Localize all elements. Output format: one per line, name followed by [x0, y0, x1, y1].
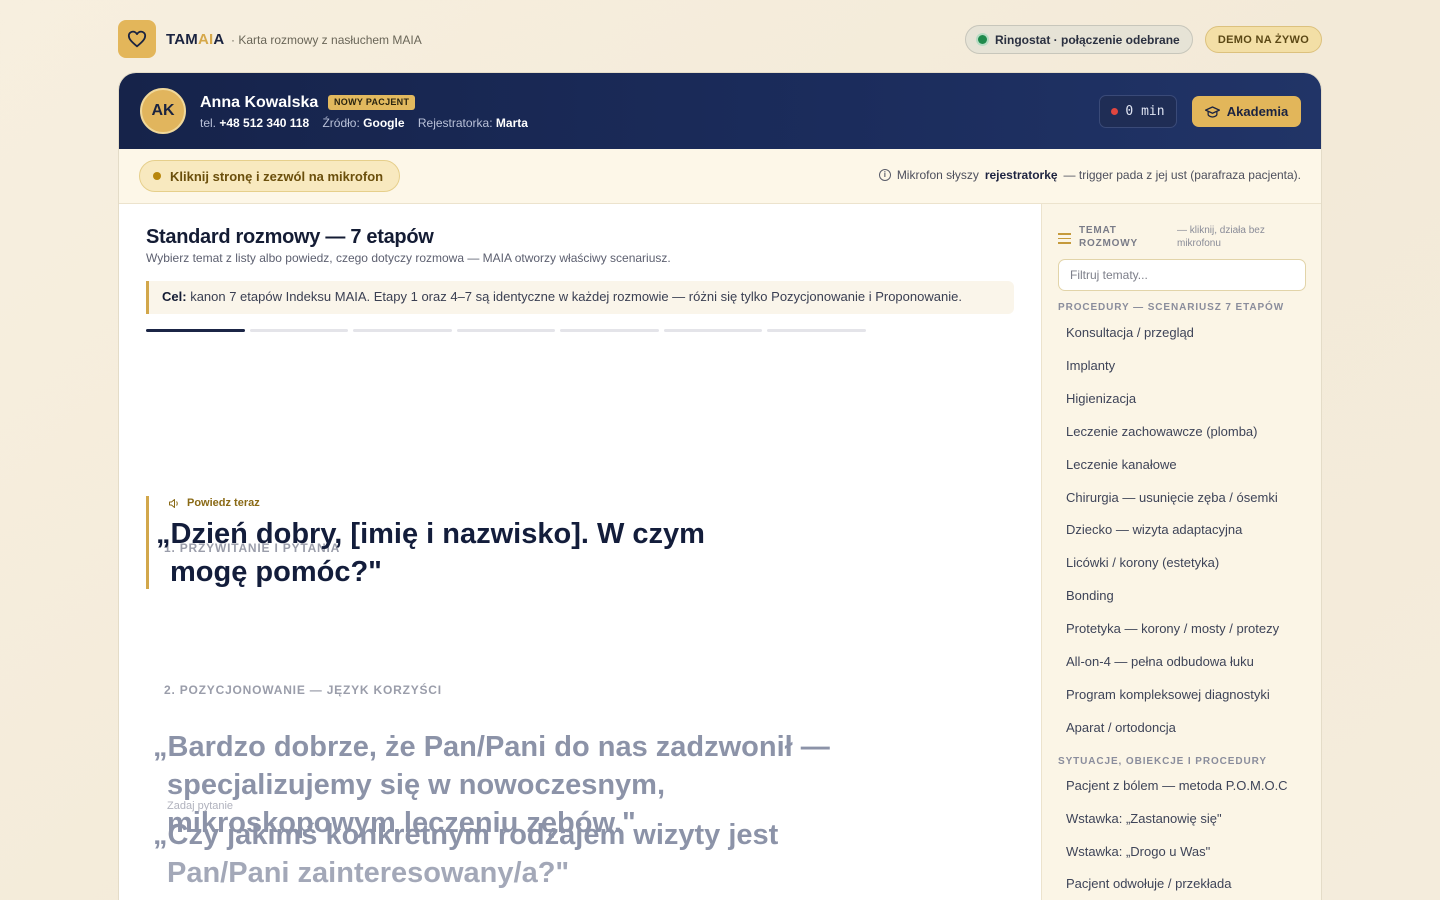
enable-microphone-button[interactable]: Kliknij stronę i zezwól na mikrofon	[139, 160, 400, 192]
goal-text: kanon 7 etapów Indeksu MAIA. Etapy 1 ora…	[190, 289, 962, 304]
topic-filter-input[interactable]	[1058, 259, 1306, 291]
topic-item[interactable]: Protetyka — korony / mosty / protezy	[1066, 621, 1279, 636]
say-now-label: Powiedz teraz	[187, 497, 260, 509]
situation-item[interactable]: Pacjent odwołuje / przekłada	[1066, 876, 1232, 891]
situation-item[interactable]: Wstawka: „Drogo u Was"	[1066, 844, 1210, 859]
timer-value: 0 min	[1125, 104, 1165, 119]
phone-label: tel.	[200, 116, 217, 130]
ask-quote-line-1: „Czy jakimś konkretnym rodzajem wizyty j…	[153, 819, 779, 851]
call-card: AK Anna Kowalska NOWY PACJENT tel. +48 5…	[118, 72, 1322, 900]
step-1-quote: „Dzień dobry, [imię i nazwisko]. W czym …	[156, 518, 705, 588]
speaker-icon	[169, 498, 178, 508]
demo-live-button[interactable]: DEMO NA ŻYWO	[1205, 26, 1322, 53]
say-now-tag: Powiedz teraz	[168, 497, 260, 509]
avatar: AK	[140, 88, 186, 134]
topic-item[interactable]: Licówki / korony (estetyka)	[1066, 555, 1219, 570]
procedures-section-title: PROCEDURY — SCENARIUSZ 7 ETAPÓW	[1058, 302, 1285, 313]
ask-quote: „Czy jakimś konkretnym rodzajem wizyty j…	[153, 816, 853, 892]
registrar-label: Rejestratorka:	[417, 116, 493, 130]
mic-info-bold: rejestratorkę	[984, 168, 1058, 182]
script-panel: Standard rozmowy — 7 etapów Wybierz tema…	[119, 204, 1041, 900]
registrar-name: Marta	[495, 116, 528, 130]
step-2-label: 2. POZYCJONOWANIE — JĘZYK KORZYŚCI	[164, 683, 442, 697]
progress-step-5[interactable]	[560, 329, 659, 332]
topic-item[interactable]: Program kompleksowej diagnostyki	[1066, 687, 1270, 702]
topic-item[interactable]: Implanty	[1066, 358, 1115, 373]
microphone-bar: Kliknij stronę i zezwól na mikrofon i Mi…	[119, 149, 1321, 204]
akademia-label: Akademia	[1226, 104, 1289, 119]
ask-quote-line-2: Pan/Pani zainteresowany/a?"	[167, 857, 570, 889]
graduation-cap-icon	[1204, 105, 1220, 118]
mic-info-pre: Mikrofon słyszy	[896, 168, 979, 182]
progress-step-1[interactable]	[146, 329, 245, 332]
source-label: Źródło:	[322, 116, 360, 130]
patient-header: AK Anna Kowalska NOWY PACJENT tel. +48 5…	[119, 73, 1321, 149]
heart-icon	[127, 30, 147, 48]
patient-source: Google	[363, 116, 405, 130]
progress-step-2[interactable]	[249, 329, 349, 332]
page-title: Standard rozmowy — 7 etapów	[146, 226, 434, 248]
ask-question-label: Zadaj pytanie	[167, 800, 234, 812]
topic-item[interactable]: Chirurgia — usunięcie zęba / ósemki	[1066, 490, 1278, 505]
page-subtitle: Wybierz temat z listy albo powiedz, czeg…	[146, 251, 671, 265]
topic-item[interactable]: Bonding	[1066, 588, 1114, 603]
topic-sidebar: TEMAT ROZMOWY — kliknij, działa bez mikr…	[1041, 204, 1321, 900]
topic-item[interactable]: Aparat / ortodoncja	[1066, 720, 1176, 735]
situation-item[interactable]: Wstawka: „Zastanowię się"	[1066, 811, 1222, 826]
current-line: Powiedz teraz „Dzień dobry, [imię i nazw…	[146, 496, 846, 589]
sidebar-title: TEMAT ROZMOWY	[1079, 225, 1138, 249]
call-timer: 0 min	[1099, 95, 1177, 128]
step-progress	[146, 329, 867, 332]
topic-item[interactable]: Konsultacja / przegląd	[1066, 325, 1194, 340]
brand-name: TAMAIA	[166, 31, 225, 48]
patient-name: Anna Kowalska	[200, 94, 319, 111]
topic-item[interactable]: Leczenie zachowawcze (plomba)	[1066, 424, 1257, 439]
status-dot-icon	[978, 35, 987, 44]
sidebar-header: TEMAT ROZMOWY — kliknij, działa bez mikr…	[1058, 224, 1287, 250]
info-icon: i	[878, 169, 891, 181]
record-dot-icon	[1111, 108, 1119, 115]
topic-item[interactable]: All-on-4 — pełna odbudowa łuku	[1066, 654, 1254, 669]
goal-label: Cel:	[162, 289, 187, 304]
logo[interactable]	[118, 20, 156, 58]
situation-item[interactable]: Pacjent z bólem — metoda P.O.M.O.C	[1066, 778, 1288, 793]
mic-info: i Mikrofon słyszy rejestratorkę — trigge…	[878, 168, 1301, 182]
patient-meta: tel. +48 512 340 118 Źródło: Google Reje…	[200, 116, 528, 130]
mic-info-post: — trigger pada z jej ust (parafraza pacj…	[1063, 168, 1301, 182]
akademia-button[interactable]: Akademia	[1192, 96, 1301, 127]
topic-item[interactable]: Dziecko — wizyta adaptacyjna	[1066, 522, 1242, 537]
goal-banner: Cel: kanon 7 etapów Indeksu MAIA. Etapy …	[146, 281, 1014, 314]
top-bar: TAMAIA · Karta rozmowy z nasłuchem MAIA …	[118, 20, 1322, 58]
new-patient-badge: NOWY PACJENT	[328, 95, 416, 110]
situations-section-title: SYTUACJE, OBIEKCJE I PROCEDURY	[1058, 756, 1267, 767]
sidebar-note: — kliknij, działa bez mikrofonu	[1177, 225, 1265, 249]
call-status-pill: Ringostat · połączenie odebrane	[965, 25, 1193, 54]
mic-status-dot-icon	[153, 172, 161, 180]
topic-item[interactable]: Leczenie kanałowe	[1066, 457, 1177, 472]
progress-step-3[interactable]	[353, 329, 452, 332]
call-status-text: Ringostat · połączenie odebrane	[995, 32, 1180, 47]
progress-step-4[interactable]	[456, 329, 556, 332]
progress-step-7[interactable]	[767, 329, 867, 332]
mic-prompt-text: Kliknij stronę i zezwól na mikrofon	[170, 168, 384, 184]
progress-step-6[interactable]	[663, 329, 763, 332]
menu-icon	[1058, 224, 1071, 250]
topic-item[interactable]: Higienizacja	[1066, 391, 1136, 406]
brand-subtitle: · Karta rozmowy z nasłuchem MAIA	[231, 33, 422, 47]
patient-phone: +48 512 340 118	[219, 116, 310, 130]
